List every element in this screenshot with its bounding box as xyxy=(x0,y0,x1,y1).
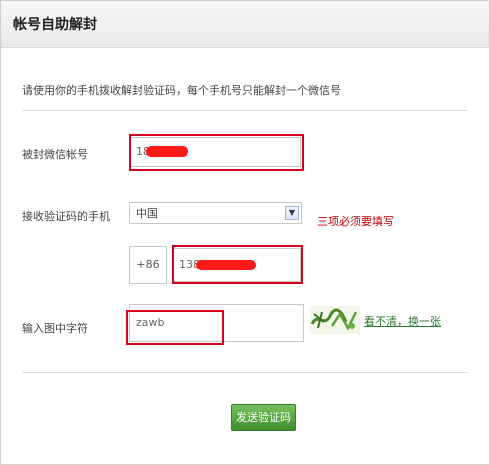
captcha-image xyxy=(310,306,360,334)
divider-top xyxy=(22,110,468,111)
country-code-box: +86 xyxy=(129,246,167,284)
country-select-value: 中国 xyxy=(136,207,158,220)
phone-label: 接收验证码的手机 xyxy=(22,210,110,223)
dialog-frame xyxy=(0,0,490,465)
country-select[interactable]: 中国 ▼ xyxy=(129,202,302,224)
wechat-account-label: 被封微信帐号 xyxy=(22,148,88,161)
captcha-label: 输入图中字符 xyxy=(22,322,88,335)
header-bar: 帐号自助解封 xyxy=(1,1,489,48)
instructions-text: 请使用你的手机拨收解封验证码，每个手机号只能解封一个微信号 xyxy=(22,84,341,97)
highlight-box xyxy=(126,310,224,345)
send-code-button[interactable]: 发送验证码 xyxy=(231,404,296,431)
highlight-box xyxy=(129,134,304,171)
divider-bottom xyxy=(22,372,468,373)
country-code-value: +86 xyxy=(136,258,160,271)
refresh-captcha-link[interactable]: 看不清，换一张 xyxy=(364,313,441,329)
required-hint: 三项必须要填写 xyxy=(317,215,394,228)
page-title: 帐号自助解封 xyxy=(13,17,97,33)
highlight-box xyxy=(172,245,303,284)
chevron-down-icon[interactable]: ▼ xyxy=(285,206,299,220)
